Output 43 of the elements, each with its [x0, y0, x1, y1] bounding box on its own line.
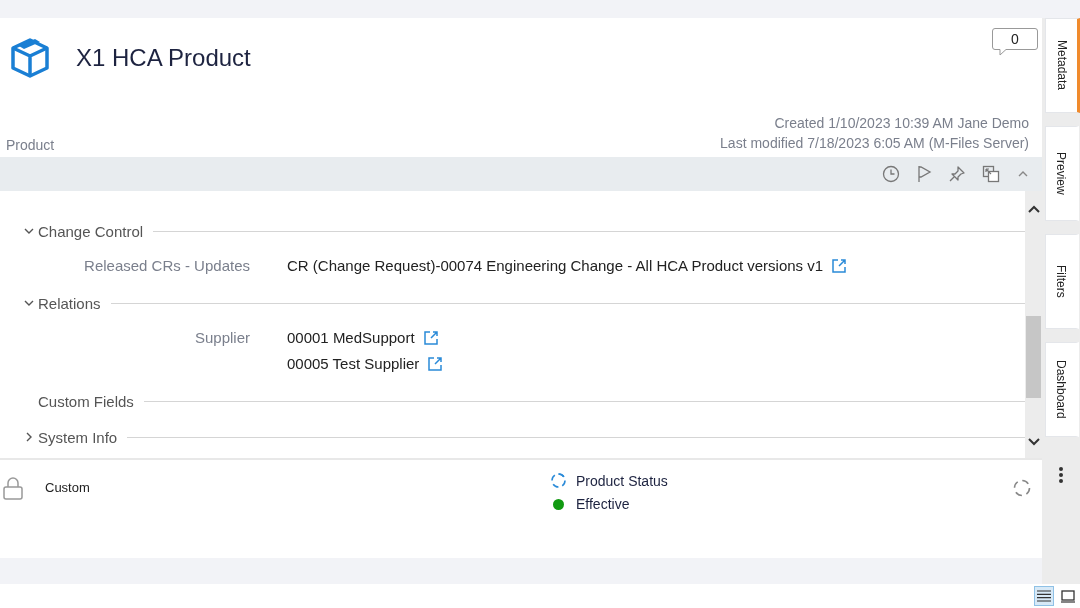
scroll-up-icon[interactable]	[1027, 205, 1040, 213]
workflow-icon	[550, 472, 567, 489]
external-link-icon[interactable]	[422, 330, 439, 346]
property-label: Released CRs - Updates	[83, 256, 250, 276]
section-title[interactable]: Relations	[38, 294, 111, 312]
workflow-state: Effective	[576, 496, 630, 512]
list-icon	[1037, 590, 1051, 602]
section-title[interactable]: Change Control	[38, 222, 154, 240]
status-dot	[553, 498, 564, 510]
box-icon	[10, 36, 50, 79]
flag-icon[interactable]	[916, 165, 932, 183]
permissions-label: Custom	[45, 480, 90, 495]
workflow-name: Product Status	[576, 472, 668, 489]
more-icon[interactable]	[1058, 466, 1064, 484]
side-tab[interactable]: Dashboard	[1045, 342, 1079, 437]
refresh-icon[interactable]	[1012, 478, 1032, 498]
side-tab[interactable]: Filters	[1045, 234, 1079, 329]
property-value: 00005 Test Supplier	[287, 354, 420, 374]
object-class: Product	[6, 137, 55, 153]
property-label: Supplier	[193, 328, 250, 348]
chevron-down-icon[interactable]	[24, 227, 34, 235]
object-title: X1 HCA Product	[76, 43, 251, 72]
chevron-right-icon[interactable]	[25, 432, 33, 442]
window-icon	[1061, 589, 1075, 603]
view-button[interactable]	[1034, 586, 1054, 606]
lock-icon	[3, 476, 23, 500]
section-title[interactable]: System Info	[38, 428, 128, 446]
chevron-down-icon[interactable]	[24, 299, 34, 307]
property-value: CR (Change Request)-00074 Engineering Change - All HCA Product versions v1	[287, 256, 824, 276]
created-info: Created 1/10/2023 10:39 AM Jane Demo	[773, 114, 1029, 133]
section-title[interactable]: Custom Fields	[38, 392, 144, 410]
modified-info: Last modified 7/18/2023 6:05 AM (M-Files Server)	[720, 134, 1029, 153]
pin-icon[interactable]	[948, 165, 966, 183]
external-link-icon[interactable]	[427, 356, 444, 372]
external-link-icon[interactable]	[831, 258, 848, 274]
side-tab[interactable]: Preview	[1045, 126, 1079, 221]
side-tab[interactable]: Metadata	[1045, 18, 1080, 113]
clock-icon[interactable]	[882, 165, 900, 183]
comment-count[interactable]: 0	[992, 28, 1038, 56]
scrollbar[interactable]	[1025, 191, 1042, 458]
windows-icon[interactable]	[982, 165, 1000, 183]
property-value: 00001 MedSupport	[287, 328, 415, 348]
scroll-down-icon[interactable]	[1027, 438, 1040, 446]
